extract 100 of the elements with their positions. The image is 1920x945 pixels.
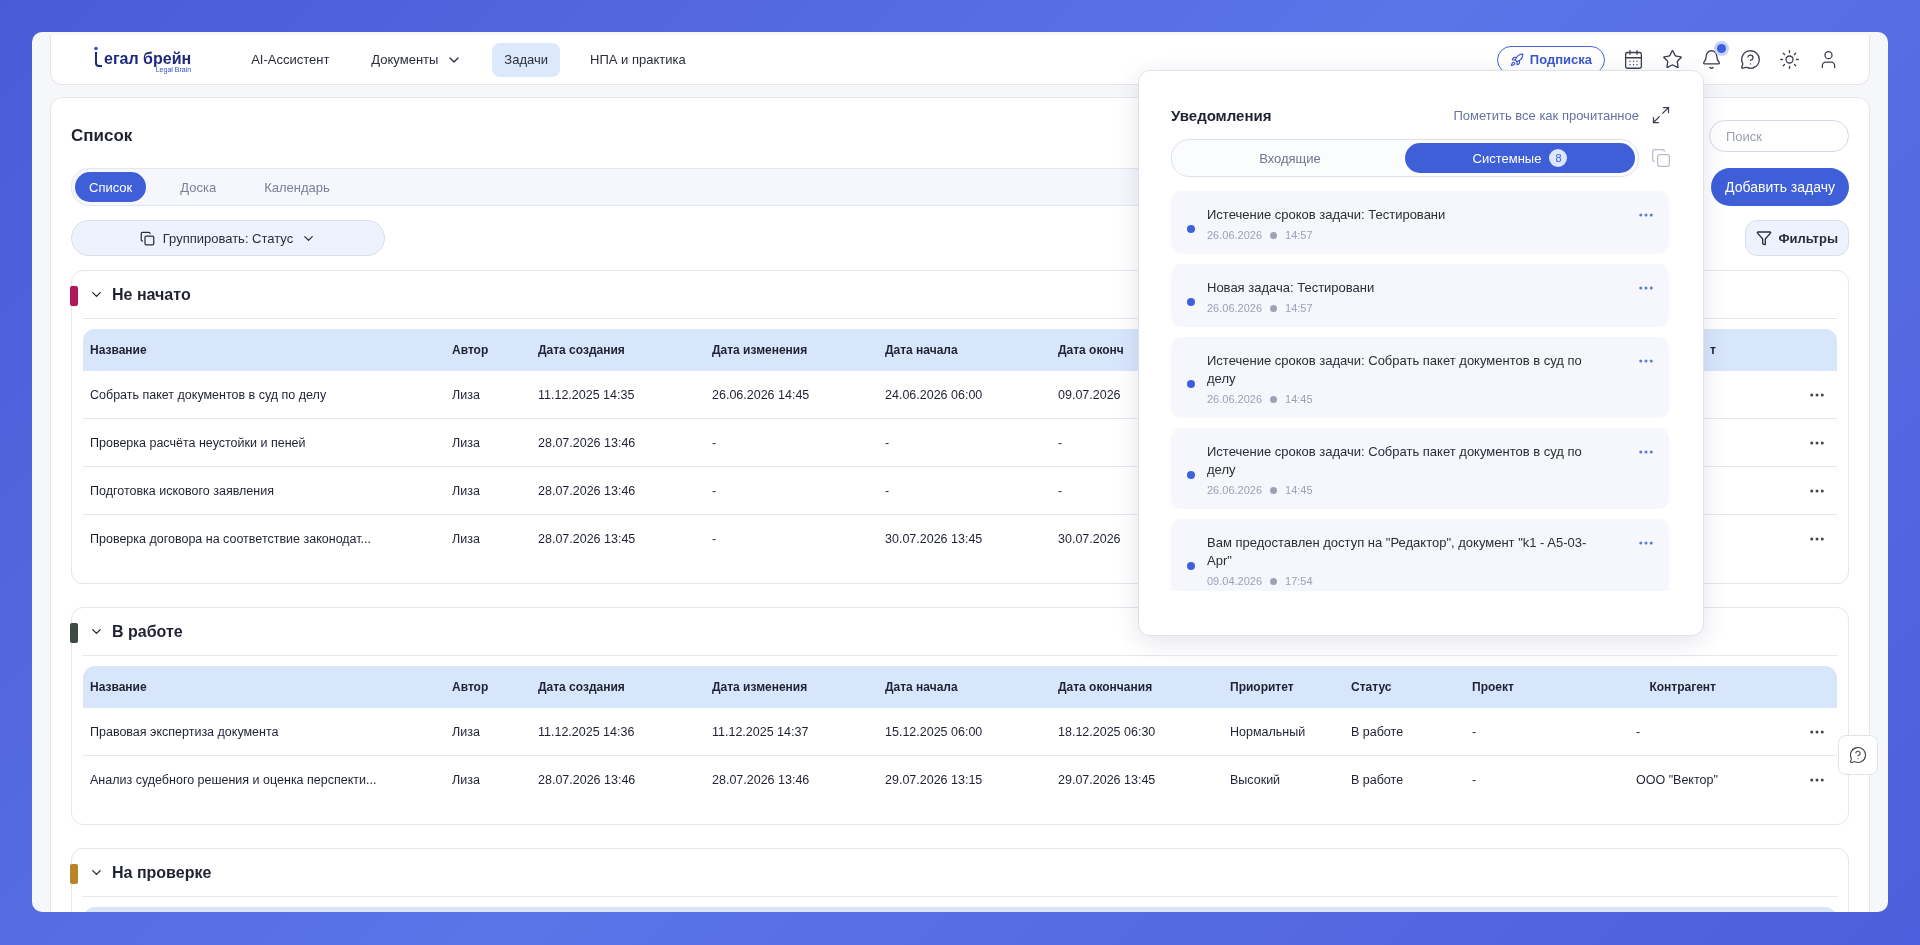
view-tab[interactable]: Список bbox=[75, 172, 147, 202]
table-cell: 28.07.2026 13:45 bbox=[538, 532, 636, 546]
view-tab[interactable]: Календарь bbox=[250, 172, 344, 202]
column-header: т bbox=[1709, 343, 1716, 357]
notification-date: 26.06.2026 bbox=[1207, 302, 1263, 314]
column-header: Контрагент bbox=[1648, 680, 1716, 694]
rocket-icon bbox=[1509, 52, 1524, 67]
table-cell: Лиза bbox=[452, 435, 480, 450]
notification-text: Истечение сроков задачи: Тестировани bbox=[1207, 206, 1447, 224]
notification-time: 14:57 bbox=[1285, 302, 1313, 314]
group-title: В работе bbox=[112, 622, 183, 641]
notification-tab[interactable]: Входящие bbox=[1175, 143, 1405, 173]
column-header: Дата оконч bbox=[1057, 343, 1125, 357]
table-cell: Высокий bbox=[1230, 773, 1281, 787]
table-cell: 09.07.2026 bbox=[1058, 387, 1121, 402]
table-cell: Лиза bbox=[452, 483, 480, 498]
count-badge: 8 bbox=[1549, 149, 1568, 167]
column-header: Статус bbox=[1350, 680, 1393, 694]
notification-text: Новая задача: Тестировани bbox=[1207, 279, 1376, 297]
table-cell: 28.07.2026 13:46 bbox=[538, 435, 636, 450]
separator-dot bbox=[1270, 577, 1278, 585]
panel-title: Уведомления bbox=[1171, 106, 1273, 124]
logo-wordmark: егал брейн bbox=[104, 50, 192, 67]
separator-dot bbox=[1270, 304, 1278, 312]
notification-time: 17:54 bbox=[1285, 575, 1313, 587]
table-cell: - bbox=[1058, 483, 1063, 498]
group-by-button[interactable]: Группировать: Статус bbox=[71, 220, 385, 256]
table-cell: - bbox=[1472, 773, 1477, 787]
notification-date: 26.06.2026 bbox=[1207, 393, 1263, 405]
column-header: Название bbox=[89, 343, 148, 357]
table-cell: - bbox=[885, 435, 890, 450]
table-cell: Лиза bbox=[452, 387, 480, 402]
table-cell: Анализ судебного решения и оценка перспекти... bbox=[90, 773, 377, 787]
help-chat-button[interactable] bbox=[1838, 735, 1878, 775]
sun-icon[interactable] bbox=[1779, 49, 1800, 70]
table-cell: - bbox=[1472, 724, 1477, 739]
table-cell: 30.07.2026 bbox=[1058, 532, 1121, 546]
notification-text: Вам предоставлен доступ на "Редактор", документ "k1 - A5-03-Apr" bbox=[1207, 534, 1588, 570]
table-cell: Собрать пакет документов в суд по делу bbox=[90, 387, 327, 402]
notification-text: Истечение сроков задачи: Собрать пакет документов в суд по делу bbox=[1207, 352, 1583, 388]
column-header: Дата создания bbox=[537, 343, 626, 357]
filters-button[interactable]: Фильтры bbox=[1745, 220, 1849, 256]
column-header: Дата изменения bbox=[711, 343, 809, 357]
table-cell: 29.07.2026 13:45 bbox=[1058, 773, 1156, 787]
nav-item[interactable]: Задачи bbox=[492, 42, 560, 77]
calendar-icon[interactable] bbox=[1623, 49, 1644, 70]
table-cell: 26.06.2026 14:45 bbox=[712, 387, 810, 402]
table-cell: 15.12.2025 06:00 bbox=[885, 724, 983, 739]
table-cell: Лиза bbox=[452, 724, 480, 739]
notification-item[interactable]: Вам предоставлен доступ на "Редактор", документ "k1 - A5-03-Apr" 09.04.2026 17:54 bbox=[1171, 519, 1669, 591]
notification-tab[interactable]: Системные 8 bbox=[1405, 143, 1635, 173]
notification-date: 09.04.2026 bbox=[1207, 575, 1263, 587]
nav-item[interactable]: НПА и практика bbox=[578, 42, 698, 77]
mark-all-read-link[interactable]: Пометить все как прочитанное bbox=[1453, 107, 1639, 123]
help-chat-icon bbox=[1849, 746, 1867, 764]
table-cell: В работе bbox=[1351, 773, 1404, 787]
notification-item[interactable]: Истечение сроков задачи: Собрать пакет документов в суд по делу 26.06.2026 14:45 bbox=[1171, 428, 1669, 509]
table-cell: 11.12.2025 14:36 bbox=[538, 724, 635, 739]
table-cell: Проверка договора на соответствие законодат... bbox=[90, 532, 372, 546]
view-tab[interactable]: Доска bbox=[166, 172, 231, 202]
table-cell: 18.12.2025 06:30 bbox=[1058, 724, 1156, 739]
column-header: Автор bbox=[451, 680, 490, 694]
column-header: Дата начала bbox=[884, 680, 959, 694]
notification-time: 14:45 bbox=[1285, 484, 1313, 496]
table-cell: 28.07.2026 13:46 bbox=[538, 483, 636, 498]
table-cell: Лиза bbox=[452, 532, 480, 546]
notification-text: Истечение сроков задачи: Собрать пакет документов в суд по делу bbox=[1207, 443, 1583, 479]
notification-item[interactable]: Истечение сроков задачи: Собрать пакет документов в суд по делу 26.06.2026 14:45 bbox=[1171, 337, 1669, 418]
page-title: Список bbox=[71, 126, 133, 146]
separator-dot bbox=[1270, 395, 1278, 403]
notification-bell-icon[interactable] bbox=[1701, 49, 1722, 70]
nav-item[interactable]: AI-Ассистент bbox=[239, 42, 342, 77]
column-header: Приоритет bbox=[1229, 680, 1295, 694]
add-task-button[interactable]: Добавить задачу bbox=[1711, 168, 1849, 206]
expand-icon[interactable] bbox=[1651, 105, 1671, 125]
table-cell: 24.06.2026 06:00 bbox=[885, 387, 983, 402]
table-cell: - bbox=[1058, 435, 1063, 450]
separator-dot bbox=[1270, 486, 1278, 494]
filter-icon bbox=[1756, 230, 1773, 246]
column-header: Дата окончания bbox=[1057, 680, 1154, 694]
table-cell: Нормальный bbox=[1230, 724, 1306, 739]
table-cell: - bbox=[712, 483, 717, 498]
help-chat-icon[interactable] bbox=[1740, 49, 1761, 70]
notification-time: 14:57 bbox=[1285, 229, 1313, 241]
table-cell: Проверка расчёта неустойки и пеней bbox=[90, 435, 306, 450]
star-icon[interactable] bbox=[1662, 49, 1683, 70]
table-cell: 11.12.2025 14:37 bbox=[712, 724, 809, 739]
column-header: Проект bbox=[1471, 680, 1515, 694]
nav-item[interactable]: Документы bbox=[359, 42, 475, 77]
table-cell: В работе bbox=[1351, 724, 1404, 739]
column-header: Автор bbox=[451, 343, 490, 357]
column-header: Дата начала bbox=[884, 343, 959, 357]
search-field[interactable]: Поиск bbox=[1709, 120, 1849, 152]
table-cell: - bbox=[1636, 724, 1641, 739]
table-cell: Правовая экспертиза документа bbox=[90, 724, 279, 739]
table-cell: - bbox=[885, 483, 890, 498]
notification-item[interactable]: Новая задача: Тестировани 26.06.2026 14:57 bbox=[1171, 264, 1669, 327]
notification-date: 26.06.2026 bbox=[1207, 484, 1263, 496]
table-cell: - bbox=[712, 435, 717, 450]
notification-item[interactable]: Истечение сроков задачи: Тестировани 26.06.2026 14:57 bbox=[1171, 191, 1669, 254]
